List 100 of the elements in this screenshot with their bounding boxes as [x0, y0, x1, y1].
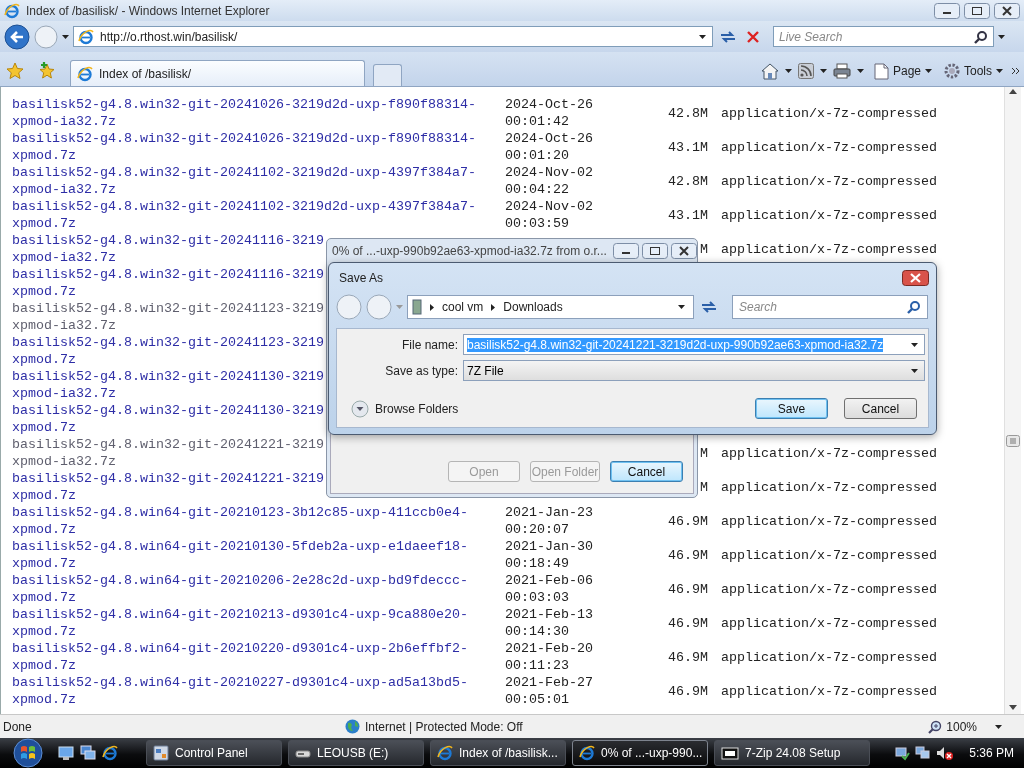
control-panel-icon — [153, 745, 169, 761]
dialog-button[interactable]: Cancel — [844, 398, 917, 419]
file-size: 46.9M — [668, 682, 708, 700]
maximize-button[interactable] — [964, 2, 990, 19]
scroll-up-arrow-icon[interactable] — [1009, 89, 1017, 94]
taskbar-button[interactable]: 0% of ...-uxp-990... — [572, 740, 708, 766]
modified-date: 2021-Feb-27 00:05:01 — [505, 674, 593, 708]
file-link[interactable]: basilisk52-g4.8.win32-git-20241123-3219 xpmod-ia32.7z — [12, 300, 324, 334]
breadcrumb-bar[interactable]: cool vm Downloads — [407, 295, 694, 319]
favorites-star-icon[interactable] — [6, 62, 24, 80]
close-button[interactable] — [994, 2, 1020, 19]
dialog-title: Save As — [339, 271, 385, 285]
file-link[interactable]: basilisk52-g4.8.win32-git-20241116-3219 xpmod.7z — [12, 266, 324, 300]
taskbar-button[interactable]: Index of /basilisk... — [430, 740, 566, 766]
file-type: application/x-7z-compressed — [721, 478, 937, 496]
minimize-button[interactable] — [934, 2, 960, 19]
address-field[interactable]: http://o.rthost.win/basilisk/ — [73, 26, 713, 47]
file-type: application/x-7z-compressed — [721, 648, 937, 666]
home-button[interactable] — [760, 62, 779, 80]
scroll-thumb[interactable] — [1006, 435, 1020, 447]
search-icon[interactable] — [974, 29, 988, 44]
search-icon[interactable] — [907, 300, 921, 314]
caret-icon[interactable] — [998, 34, 1005, 39]
caret-icon[interactable] — [62, 34, 69, 39]
caret-icon[interactable] — [911, 342, 918, 347]
file-type: application/x-7z-compressed — [721, 138, 937, 156]
expand-icon — [351, 399, 369, 418]
desktop-icon[interactable] — [58, 745, 74, 761]
caret-icon[interactable] — [925, 69, 932, 73]
archive-icon — [721, 745, 739, 761]
arrow-icon — [430, 303, 434, 311]
modified-date: 2024-Nov-02 00:04:22 — [505, 164, 593, 198]
taskbar-button[interactable]: Control Panel — [146, 740, 282, 766]
file-link[interactable]: basilisk52-g4.8.win32-git-20241130-3219 xpmod.7z — [12, 402, 324, 436]
scrollbar[interactable] — [1004, 87, 1021, 714]
dialog-button[interactable]: Save — [755, 398, 828, 419]
file-link[interactable]: basilisk52-g4.8.win32-git-20241221-3219 xpmod-ia32.7z — [12, 436, 324, 470]
taskbar-button[interactable]: LEOUSB (E:) — [288, 740, 424, 766]
modified-date: 2024-Oct-26 00:01:42 — [505, 96, 593, 130]
file-type: application/x-7z-compressed — [721, 580, 937, 598]
back-button[interactable] — [4, 23, 30, 50]
chevron-icon[interactable] — [1012, 67, 1020, 75]
file-size: M — [700, 444, 708, 462]
computers-icon[interactable] — [915, 745, 932, 761]
file-type: application/x-7z-compressed — [721, 206, 937, 224]
gear-icon — [944, 62, 960, 80]
file-link[interactable]: basilisk52-g4.8.win64-git-20210227-d9301c4-uxp-ad5a13bd5- xpmod.7z — [12, 674, 468, 708]
browser-icon — [4, 2, 20, 19]
network-icon[interactable] — [894, 745, 911, 761]
file-size: M — [700, 478, 708, 496]
browse-folders-toggle[interactable]: Browse Folders — [351, 399, 747, 418]
caret-icon[interactable] — [699, 34, 706, 39]
toolbar-menu[interactable]: Page — [869, 62, 935, 80]
caret-icon[interactable] — [995, 724, 1002, 729]
muted-speaker-icon[interactable] — [936, 745, 955, 761]
file-type-dropdown[interactable]: 7Z File — [463, 360, 925, 381]
search-field[interactable]: Live Search — [773, 26, 994, 47]
close-button[interactable] — [670, 243, 697, 259]
file-type: application/x-7z-compressed — [721, 104, 937, 122]
modified-date: 2021-Jan-30 00:18:49 — [505, 538, 593, 572]
window-title: 0% of ...-uxp-990b92ae63-xpmod-ia32.7z from o.r... — [332, 244, 607, 258]
file-type: application/x-7z-compressed — [721, 614, 937, 632]
feeds-button[interactable] — [797, 63, 814, 79]
file-type: application/x-7z-compressed — [721, 172, 937, 190]
caret-icon[interactable] — [996, 69, 1003, 73]
dialog-button[interactable]: Cancel — [610, 461, 683, 482]
file-size: 46.9M — [668, 648, 708, 666]
file-size: 46.9M — [668, 512, 708, 530]
field-label: Save as type: — [384, 363, 459, 378]
caret-icon[interactable] — [784, 69, 792, 73]
maximize-button[interactable] — [641, 243, 668, 259]
browser-icon — [579, 745, 595, 761]
modified-date: 2021-Feb-13 00:14:30 — [505, 606, 593, 640]
close-button[interactable] — [902, 270, 929, 286]
caret-icon[interactable] — [678, 305, 685, 309]
breadcrumb-item[interactable]: Downloads — [503, 300, 563, 314]
folder-icon — [412, 299, 422, 315]
caret-icon[interactable] — [856, 69, 864, 73]
caret-icon[interactable] — [819, 69, 827, 73]
breadcrumb-item[interactable]: cool vm — [442, 300, 484, 314]
file-size: M — [700, 240, 708, 258]
file-size: 46.9M — [668, 546, 708, 564]
browser-tab[interactable]: Index of /basilisk/ — [70, 60, 365, 86]
toolbar-menu[interactable]: Tools — [941, 62, 1006, 80]
search-field[interactable]: Search — [732, 295, 928, 319]
browser-icon[interactable] — [102, 745, 118, 761]
minimize-button[interactable] — [612, 243, 639, 259]
globe-icon — [345, 719, 360, 734]
scroll-down-arrow-icon[interactable] — [1009, 705, 1017, 710]
zoom-menu[interactable]: 100% — [928, 719, 1002, 734]
windows-switch-icon[interactable] — [80, 745, 96, 761]
add-favorite-icon[interactable] — [38, 62, 56, 80]
window-title: Index of /basilisk/ - Windows Internet Explorer — [26, 3, 271, 18]
printer-button[interactable] — [832, 63, 851, 79]
security-zone: Internet | Protected Mode: Off — [365, 719, 523, 734]
taskbar-button[interactable]: 7-Zip 24.08 Setup — [714, 740, 870, 766]
file-size: 46.9M — [668, 580, 708, 598]
caret-icon[interactable] — [911, 368, 918, 373]
file-type: application/x-7z-compressed — [721, 546, 937, 564]
file-size: 42.8M — [668, 172, 708, 190]
